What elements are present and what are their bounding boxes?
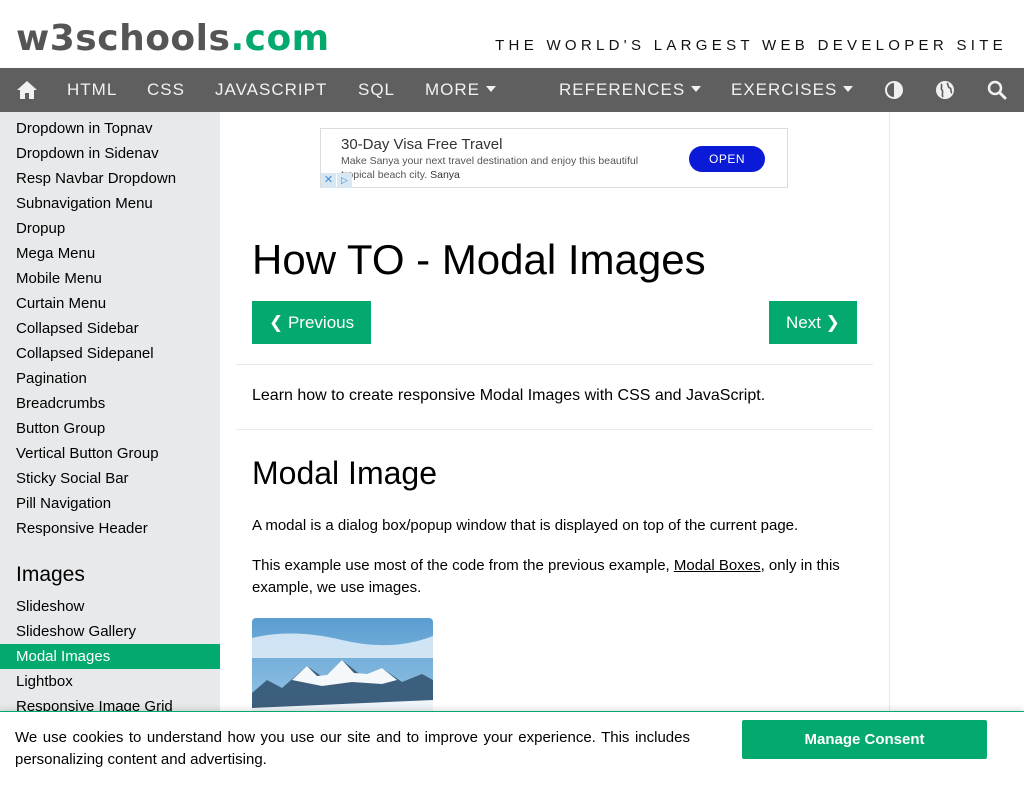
nav-javascript[interactable]: JAVASCRIPT xyxy=(215,68,327,112)
manage-consent-button[interactable]: Manage Consent xyxy=(742,720,987,759)
sidebar-item-dropdown-in-sidenav[interactable]: Dropdown in Sidenav xyxy=(0,141,220,166)
para-text-before: This example use most of the code from t… xyxy=(252,557,674,574)
sidebar-item-responsive-header[interactable]: Responsive Header xyxy=(0,516,220,541)
sidebar-item-collapsed-sidepanel[interactable]: Collapsed Sidepanel xyxy=(0,341,220,366)
paragraph-modal-description: A modal is a dialog box/popup window tha… xyxy=(252,517,799,534)
sidebar-item-lightbox[interactable]: Lightbox xyxy=(0,669,220,694)
divider xyxy=(236,429,873,430)
sidebar-item-mobile-menu[interactable]: Mobile Menu xyxy=(0,266,220,291)
sidebar-item-curtain-menu[interactable]: Curtain Menu xyxy=(0,291,220,316)
sidebar-item-breadcrumbs[interactable]: Breadcrumbs xyxy=(0,391,220,416)
modal-boxes-link[interactable]: Modal Boxes xyxy=(674,557,761,574)
page-title: How TO - Modal Images xyxy=(252,236,706,283)
sidebar-item-button-group[interactable]: Button Group xyxy=(0,416,220,441)
contrast-icon[interactable] xyxy=(884,80,904,100)
ad-text: Make Sanya your next travel destination … xyxy=(341,154,671,182)
ad-choices-icon[interactable]: ▷ xyxy=(337,173,352,188)
cookie-text: We use cookies to understand how you use… xyxy=(15,729,690,768)
sidebar-item-slideshow-gallery[interactable]: Slideshow Gallery xyxy=(0,619,220,644)
sidebar-heading-images: Images xyxy=(16,563,85,586)
nav-css[interactable]: CSS xyxy=(147,68,185,112)
previous-button[interactable]: ❮ Previous xyxy=(252,301,372,344)
intro-text: Learn how to create responsive Modal Ima… xyxy=(252,387,766,404)
sidebar-item-vertical-button-group[interactable]: Vertical Button Group xyxy=(0,441,220,466)
nav-more[interactable]: MORE xyxy=(425,68,496,112)
logo-suffix: .com xyxy=(230,18,330,59)
sidebar-item-modal-images[interactable]: Modal Images xyxy=(0,644,220,669)
modal-image-thumbnail[interactable] xyxy=(252,618,433,718)
sidebar: Dropdown in Topnav Dropdown in Sidenav R… xyxy=(0,112,220,786)
divider xyxy=(236,364,873,365)
ad-close-icon[interactable]: ✕ xyxy=(321,173,336,188)
sidebar-item-slideshow[interactable]: Slideshow xyxy=(0,594,220,619)
chevron-down-icon xyxy=(486,85,496,92)
logo-text: w3schools xyxy=(16,18,231,59)
cookie-banner: We use cookies to understand how you use… xyxy=(0,711,1024,786)
ad-open-button[interactable]: OPEN xyxy=(689,146,765,172)
nav-html[interactable]: HTML xyxy=(67,68,117,112)
home-icon[interactable] xyxy=(16,80,37,100)
nav-exercises-label: EXERCISES xyxy=(731,80,838,99)
sidebar-item-dropdown-in-topnav[interactable]: Dropdown in Topnav xyxy=(0,116,220,141)
ad-description: Make Sanya your next travel destination … xyxy=(341,155,639,181)
sidebar-item-mega-menu[interactable]: Mega Menu xyxy=(0,241,220,266)
main-navbar: HTML CSS JAVASCRIPT SQL MORE REFERENCES … xyxy=(0,68,1024,112)
search-icon[interactable] xyxy=(987,80,1007,100)
advertisement-banner[interactable]: 30-Day Visa Free Travel Make Sanya your … xyxy=(320,128,788,188)
site-slogan: THE WORLD'S LARGEST WEB DEVELOPER SITE xyxy=(495,37,1007,54)
sidebar-item-resp-navbar-dropdown[interactable]: Resp Navbar Dropdown xyxy=(0,166,220,191)
right-rail xyxy=(890,112,1024,786)
next-button[interactable]: Next ❯ xyxy=(769,301,857,344)
sidebar-item-dropup[interactable]: Dropup xyxy=(0,216,220,241)
site-logo[interactable]: w3schools.com xyxy=(16,18,330,59)
sidebar-item-pagination[interactable]: Pagination xyxy=(0,366,220,391)
paragraph-example-note: This example use most of the code from t… xyxy=(252,555,852,599)
sidebar-item-pill-navigation[interactable]: Pill Navigation xyxy=(0,491,220,516)
nav-references[interactable]: REFERENCES xyxy=(559,68,702,112)
chevron-down-icon xyxy=(843,85,854,92)
nav-sql[interactable]: SQL xyxy=(358,68,395,112)
chevron-down-icon xyxy=(691,85,702,92)
nav-exercises[interactable]: EXERCISES xyxy=(731,68,854,112)
section-heading: Modal Image xyxy=(252,455,437,491)
top-header: w3schools.com THE WORLD'S LARGEST WEB DE… xyxy=(0,0,1024,68)
nav-more-label: MORE xyxy=(425,80,480,99)
ad-title: 30-Day Visa Free Travel xyxy=(341,136,503,153)
globe-icon[interactable] xyxy=(935,80,955,100)
sidebar-item-sticky-social-bar[interactable]: Sticky Social Bar xyxy=(0,466,220,491)
main-content: 30-Day Visa Free Travel Make Sanya your … xyxy=(220,112,890,786)
ad-brand: Sanya xyxy=(430,169,460,181)
sidebar-item-subnavigation-menu[interactable]: Subnavigation Menu xyxy=(0,191,220,216)
sidebar-item-collapsed-sidebar[interactable]: Collapsed Sidebar xyxy=(0,316,220,341)
nav-references-label: REFERENCES xyxy=(559,80,686,99)
